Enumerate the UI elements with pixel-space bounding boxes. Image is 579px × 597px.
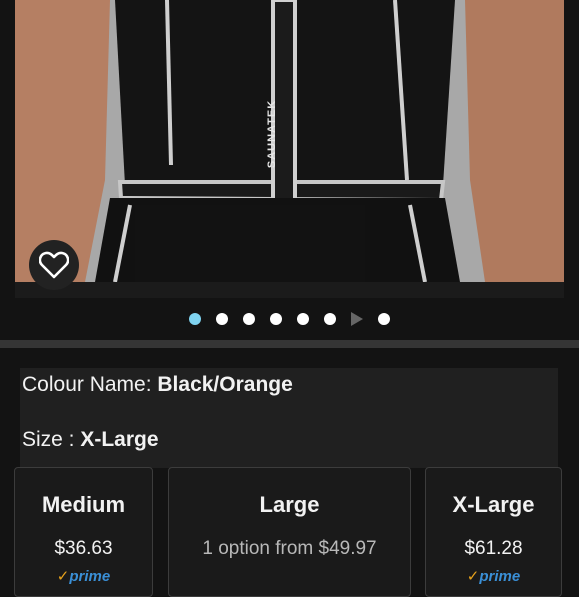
carousel-dot[interactable]	[243, 313, 255, 325]
size-option-name: Large	[259, 492, 320, 517]
variation-info: Colour Name: Black/Orange Size : X-Large	[20, 368, 558, 468]
size-label: Size :	[22, 428, 81, 451]
colour-value: Black/Orange	[157, 373, 293, 396]
carousel-dot[interactable]	[297, 313, 309, 325]
section-divider	[0, 340, 579, 348]
image-carousel-indicator[interactable]	[0, 304, 579, 334]
colour-line: Colour Name: Black/Orange	[22, 373, 293, 397]
size-option-name: Medium	[41, 492, 126, 517]
size-option-name: X-Large	[452, 492, 535, 517]
size-option-x-large[interactable]: X-Large $61.28 ✓prime	[425, 467, 562, 597]
prime-badge: ✓prime	[426, 567, 561, 585]
prime-label: prime	[69, 568, 111, 585]
size-value: X-Large	[80, 428, 159, 451]
heart-icon	[39, 251, 69, 279]
product-photo-graphic	[15, 0, 564, 282]
carousel-dot[interactable]	[324, 313, 336, 325]
carousel-dot[interactable]	[270, 313, 282, 325]
size-option-price: 1 option from $49.97	[202, 538, 377, 559]
size-option-price: $36.63	[54, 538, 113, 559]
prime-badge: ✓prime	[15, 567, 152, 585]
size-line: Size : X-Large	[22, 428, 159, 452]
carousel-dot[interactable]	[378, 313, 390, 325]
carousel-dot[interactable]	[189, 313, 201, 325]
size-option-price: $61.28	[464, 538, 523, 559]
prime-check-icon: ✓	[466, 568, 480, 585]
colour-label: Colour Name:	[22, 373, 158, 396]
size-option-large[interactable]: Large 1 option from $49.97	[168, 467, 411, 597]
play-icon[interactable]	[351, 312, 363, 326]
product-photo[interactable]: SAUNATEK	[15, 0, 564, 282]
brand-label: SAUNATEK	[266, 99, 279, 169]
size-option-medium[interactable]: Medium $36.63 ✓prime	[14, 467, 153, 597]
favorite-button[interactable]	[29, 240, 79, 290]
prime-check-icon: ✓	[56, 568, 70, 585]
product-image-area[interactable]: SAUNATEK	[15, 0, 564, 298]
prime-label: prime	[479, 568, 521, 585]
carousel-dot[interactable]	[216, 313, 228, 325]
